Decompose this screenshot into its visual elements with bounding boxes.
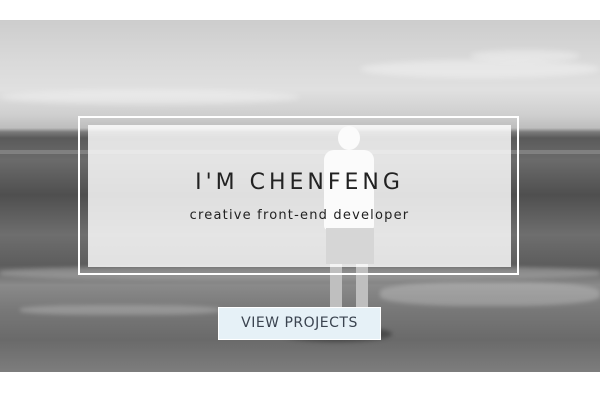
hero-title: I'M CHENFENG: [195, 170, 404, 195]
view-projects-button[interactable]: VIEW PROJECTS: [218, 307, 381, 340]
hero-subtitle: creative front-end developer: [189, 208, 410, 223]
page: I'M CHENFENG creative front-end develope…: [0, 0, 600, 400]
title-card: [88, 125, 511, 267]
